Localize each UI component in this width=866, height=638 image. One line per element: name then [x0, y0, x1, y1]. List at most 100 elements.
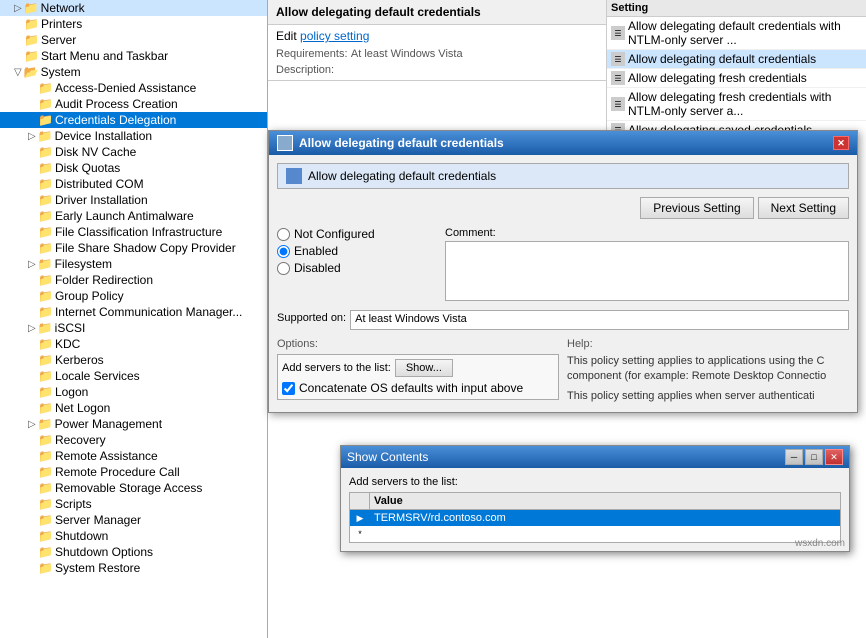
expand-icon: ▽ [14, 67, 22, 78]
dialog2-title: Show Contents [347, 450, 428, 464]
setting-item-1[interactable]: ☰ Allow delegating default credentials [607, 50, 866, 69]
sidebar-item-kdc[interactable]: 📁 KDC [0, 336, 267, 352]
sidebar-item-net-logon[interactable]: 📁 Net Logon [0, 400, 267, 416]
help-text1: This policy setting applies to applicati… [567, 354, 849, 385]
setting-item-2[interactable]: ☰ Allow delegating fresh credentials [607, 69, 866, 88]
sidebar-item-start-menu[interactable]: 📁 Start Menu and Taskbar [0, 48, 267, 64]
folder-icon: 📁 [38, 241, 53, 255]
radio-not-configured[interactable] [277, 228, 290, 241]
sidebar-item-server[interactable]: 📁 Server [0, 32, 267, 48]
folder-icon: 📁 [38, 449, 53, 463]
sidebar-item-audit-process[interactable]: 📁 Audit Process Creation [0, 96, 267, 112]
sidebar-item-file-class[interactable]: 📁 File Classification Infrastructure [0, 224, 267, 240]
add-servers-row: Add servers to the list: Show... [282, 359, 554, 377]
sidebar-item-label: Group Policy [55, 289, 124, 303]
table-row-2[interactable]: * [350, 526, 840, 542]
setting-item-4[interactable]: ☰ Allow delegating saved credentials [607, 121, 866, 130]
sidebar-item-internet-comm[interactable]: 📁 Internet Communication Manager... [0, 304, 267, 320]
policy-setting-link[interactable]: policy setting [300, 29, 369, 43]
sidebar-item-remote-proc[interactable]: 📁 Remote Procedure Call [0, 464, 267, 480]
sidebar-item-shutdown[interactable]: 📁 Shutdown [0, 528, 267, 544]
help-text2: This policy setting applies when server … [567, 389, 849, 404]
sidebar-item-distributed-com[interactable]: 📁 Distributed COM [0, 176, 267, 192]
folder-icon: 📂 [24, 65, 39, 79]
sidebar-item-label: File Share Shadow Copy Provider [55, 241, 236, 255]
sidebar-item-group-policy[interactable]: 📁 Group Policy [0, 288, 267, 304]
concat-checkbox[interactable] [282, 382, 295, 395]
folder-icon: 📁 [38, 337, 53, 351]
show-button[interactable]: Show... [395, 359, 453, 377]
sidebar-item-system[interactable]: ▽ 📂 System [0, 64, 267, 80]
dialog2-close-button[interactable]: ✕ [825, 449, 843, 465]
setting-item-0[interactable]: ☰ Allow delegating default credentials w… [607, 17, 866, 50]
next-setting-button[interactable]: Next Setting [758, 197, 849, 219]
setting-list-header: Setting [607, 0, 866, 17]
comment-label: Comment: [445, 227, 849, 239]
sidebar-item-server-mgr[interactable]: 📁 Server Manager [0, 512, 267, 528]
sidebar-item-printers[interactable]: 📁 Printers [0, 16, 267, 32]
sidebar-item-driver-install[interactable]: 📁 Driver Installation [0, 192, 267, 208]
folder-icon: 📁 [38, 97, 53, 111]
sidebar-item-network[interactable]: ▷ 📁 Network [0, 0, 267, 16]
folder-icon: 📁 [38, 353, 53, 367]
sidebar-item-label: Network [41, 1, 85, 15]
setting-icon: ☰ [611, 97, 625, 111]
sidebar-item-filesystem[interactable]: ▷ 📁 Filesystem [0, 256, 267, 272]
dialog1-body: Allow delegating default credentials Pre… [269, 155, 857, 412]
dialog2-maximize-button[interactable]: □ [805, 449, 823, 465]
dialog1-close-button[interactable]: ✕ [833, 136, 849, 150]
expand-icon: ▷ [28, 131, 36, 142]
sidebar-item-removable-storage[interactable]: 📁 Removable Storage Access [0, 480, 267, 496]
setting-item-3[interactable]: ☰ Allow delegating fresh credentials wit… [607, 88, 866, 121]
help-section: Help: This policy setting applies to app… [567, 338, 849, 404]
options-inner: Add servers to the list: Show... Concate… [277, 354, 559, 400]
setting-item-label: Allow delegating fresh credentials [628, 71, 807, 85]
sidebar-item-iscsi[interactable]: ▷ 📁 iSCSI [0, 320, 267, 336]
sidebar-item-scripts[interactable]: 📁 Scripts [0, 496, 267, 512]
options-section: Options: Add servers to the list: Show..… [277, 338, 559, 404]
sidebar-item-folder-redir[interactable]: 📁 Folder Redirection [0, 272, 267, 288]
table-header-row: Value [350, 493, 840, 510]
concat-row: Concatenate OS defaults with input above [282, 381, 554, 395]
sidebar-item-credentials-delegation[interactable]: 📁 Credentials Delegation [0, 112, 267, 128]
options-label: Options: [277, 338, 559, 350]
row1-arrow: ▶ [350, 510, 370, 526]
description-label: Description: [276, 64, 334, 76]
comment-textarea[interactable] [445, 241, 849, 301]
supported-on-row: Supported on: At least Windows Vista [277, 310, 849, 330]
sidebar-item-device-installation[interactable]: ▷ 📁 Device Installation [0, 128, 267, 144]
sidebar-item-file-share[interactable]: 📁 File Share Shadow Copy Provider [0, 240, 267, 256]
sidebar-item-label: Power Management [55, 417, 162, 431]
sidebar-item-early-launch[interactable]: 📁 Early Launch Antimalware [0, 208, 267, 224]
sidebar-item-remote-assist[interactable]: 📁 Remote Assistance [0, 448, 267, 464]
supported-on-value: At least Windows Vista [350, 310, 849, 330]
setting-icon: ☰ [611, 123, 625, 130]
table-header-value-col: Value [370, 493, 840, 509]
sidebar-item-kerberos[interactable]: 📁 Kerberos [0, 352, 267, 368]
sidebar-item-shutdown-options[interactable]: 📁 Shutdown Options [0, 544, 267, 560]
sidebar-item-disk-nv[interactable]: 📁 Disk NV Cache [0, 144, 267, 160]
policy-title: Allow delegating default credentials [276, 5, 481, 19]
dialog2-minimize-button[interactable]: ─ [785, 449, 803, 465]
sidebar-item-logon[interactable]: 📁 Logon [0, 384, 267, 400]
setting-icon: ☰ [611, 71, 625, 85]
radio-enabled[interactable] [277, 245, 290, 258]
row2-value[interactable] [370, 526, 840, 542]
sidebar-item-recovery[interactable]: 📁 Recovery [0, 432, 267, 448]
row1-value[interactable]: TERMSRV/rd.contoso.com [370, 510, 840, 526]
radio-disabled[interactable] [277, 262, 290, 275]
sidebar-item-system-restore[interactable]: 📁 System Restore [0, 560, 267, 576]
folder-icon: 📁 [38, 81, 53, 95]
sidebar-item-label: Kerberos [55, 353, 104, 367]
prev-setting-button[interactable]: Previous Setting [640, 197, 753, 219]
sidebar-item-power-mgmt[interactable]: ▷ 📁 Power Management [0, 416, 267, 432]
folder-icon: 📁 [38, 433, 53, 447]
table-row-1[interactable]: ▶ TERMSRV/rd.contoso.com [350, 510, 840, 526]
add-servers-label: Add servers to the list: [282, 362, 391, 374]
folder-icon: 📁 [38, 177, 53, 191]
sidebar-item-disk-quotas[interactable]: 📁 Disk Quotas [0, 160, 267, 176]
sidebar-item-label: Removable Storage Access [55, 481, 202, 495]
sidebar-item-label: Start Menu and Taskbar [41, 49, 168, 63]
sidebar-item-access-denied[interactable]: 📁 Access-Denied Assistance [0, 80, 267, 96]
sidebar-item-locale[interactable]: 📁 Locale Services [0, 368, 267, 384]
